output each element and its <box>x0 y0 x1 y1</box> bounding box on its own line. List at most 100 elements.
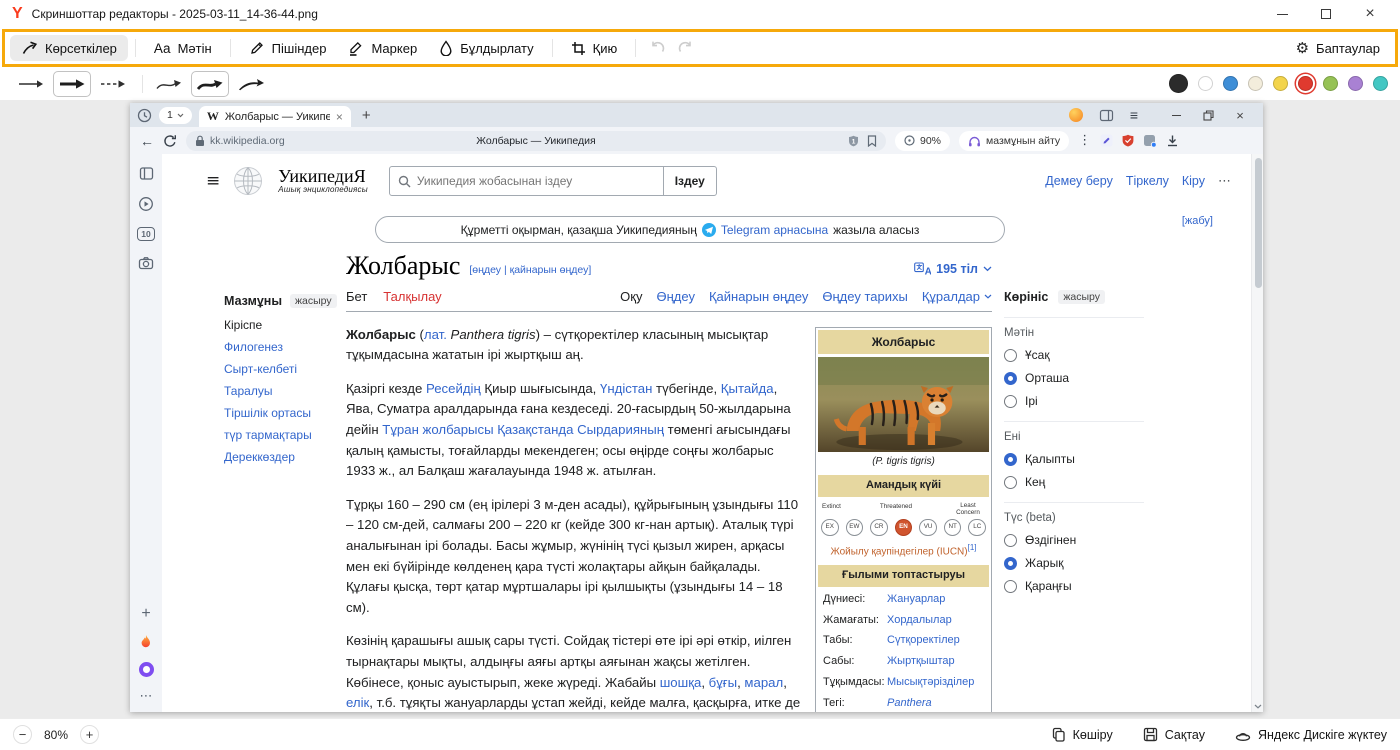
tool-crop[interactable]: Қию <box>560 35 629 61</box>
language-selector[interactable]: A 195 тіл <box>914 262 992 276</box>
iucn-status-link[interactable]: Жойылу қаупіндегілер (IUCN)[1] <box>818 538 989 563</box>
profile-avatar[interactable] <box>1069 108 1083 122</box>
sidebar-panels-icon[interactable] <box>139 166 154 181</box>
refresh-button[interactable] <box>163 134 177 148</box>
browser-tab[interactable]: W Жолбарыс — Уикипед... × <box>199 106 351 127</box>
banner-close-link[interactable]: [жабу] <box>1182 215 1213 227</box>
sidebar-flame-icon[interactable] <box>138 634 154 650</box>
zoom-in-button[interactable]: + <box>80 725 99 744</box>
wiki-link-login[interactable]: Кіру <box>1182 174 1205 188</box>
sidebar-more-icon[interactable]: ⋯ <box>140 689 153 704</box>
tab-page[interactable]: Бет <box>346 289 367 304</box>
scrollbar-thumb[interactable] <box>1255 158 1262 288</box>
read-aloud-button[interactable]: мазмұнын айту <box>959 131 1069 151</box>
tool-marker[interactable]: Маркер <box>337 35 428 61</box>
minimize-button[interactable] <box>1260 1 1304 27</box>
toc-item-subspecies[interactable]: түр тармақтары <box>224 428 346 442</box>
content-scrollbar[interactable] <box>1251 154 1263 712</box>
tab-read[interactable]: Оқу <box>620 289 642 304</box>
arrow-style-straight-bold[interactable] <box>53 71 91 97</box>
panels-icon[interactable] <box>1099 108 1114 123</box>
wiki-header-more-icon[interactable]: ⋯ <box>1218 174 1231 189</box>
scroll-down-icon[interactable] <box>1252 704 1263 709</box>
editor-canvas[interactable]: 1 W Жолбарыс — Уикипед... × + ≡ <box>0 100 1400 718</box>
toc-item-habitat[interactable]: Тіршілік ортасы <box>224 406 346 420</box>
arrow-style-dashed[interactable] <box>94 71 132 97</box>
color-swatch-7[interactable] <box>1348 76 1363 91</box>
wiki-link-donate[interactable]: Демеу беру <box>1045 174 1113 188</box>
zoom-out-button[interactable]: − <box>13 725 32 744</box>
radio-text-standard[interactable]: Орташа <box>1004 371 1144 385</box>
browser-minimize-button[interactable] <box>1160 104 1192 126</box>
save-button[interactable]: Сақтау <box>1143 727 1205 742</box>
tab-history[interactable]: Өңдеу тарихы <box>822 289 907 304</box>
close-button[interactable]: × <box>1348 1 1392 27</box>
tab-edit-source[interactable]: Қайнарын өңдеу <box>709 289 808 304</box>
radio-width-standard[interactable]: Қалыпты <box>1004 452 1144 466</box>
wiki-link-register[interactable]: Тіркелу <box>1126 174 1169 188</box>
tab-discussion[interactable]: Талқылау <box>383 289 441 304</box>
color-swatch-4[interactable] <box>1273 76 1288 91</box>
toc-item-intro[interactable]: Кіріспе <box>224 318 346 332</box>
appearance-hide-button[interactable]: жасыру <box>1058 290 1105 304</box>
tool-text[interactable]: Аа Мәтін <box>143 35 223 61</box>
browser-close-button[interactable]: × <box>1224 104 1256 126</box>
toc-item-phylogenesis[interactable]: Филогенез <box>224 340 346 354</box>
browser-restore-button[interactable] <box>1192 104 1224 126</box>
sidebar-play-icon[interactable] <box>138 196 154 212</box>
tab-close-icon[interactable]: × <box>336 110 343 124</box>
copy-button[interactable]: Көшіру <box>1051 727 1113 742</box>
radio-width-wide[interactable]: Кең <box>1004 475 1144 489</box>
sidebar-tab-count[interactable]: 10 <box>137 227 155 241</box>
settings-button[interactable]: ⚙ Баптаулар <box>1286 35 1390 61</box>
wiki-search-input[interactable] <box>417 174 657 188</box>
wiki-search-button[interactable]: Іздеу <box>663 167 716 195</box>
color-swatch-3[interactable] <box>1248 76 1263 91</box>
redo-button[interactable] <box>671 35 699 61</box>
sidebar-add-icon[interactable]: + <box>141 606 150 622</box>
radio-color-auto[interactable]: Өздігінен <box>1004 533 1144 547</box>
download-icon[interactable] <box>1166 134 1179 147</box>
new-tab-button[interactable]: + <box>362 107 371 124</box>
more-menu-icon[interactable]: ⋮ <box>1078 133 1091 148</box>
zoom-indicator[interactable]: 90% <box>895 131 950 151</box>
arrow-style-straight-thin[interactable] <box>12 71 50 97</box>
color-swatch-1[interactable] <box>1198 76 1213 91</box>
toc-item-references[interactable]: Дереккөздер <box>224 450 346 464</box>
radio-color-light[interactable]: Жарық <box>1004 556 1144 570</box>
tab-counter[interactable]: 1 <box>159 107 192 124</box>
toc-item-distribution[interactable]: Таралуы <box>224 384 346 398</box>
extension-pencil-icon[interactable] <box>1100 134 1113 147</box>
color-swatch-6[interactable] <box>1323 76 1338 91</box>
tab-history-clock-icon[interactable] <box>137 108 152 123</box>
undo-button[interactable] <box>643 35 671 61</box>
color-swatch-8[interactable] <box>1373 76 1388 91</box>
radio-color-dark[interactable]: Қараңғы <box>1004 579 1144 593</box>
back-button[interactable]: ← <box>140 134 154 148</box>
tool-shapes[interactable]: Пішіндер <box>238 35 338 61</box>
address-bar[interactable]: kk.wikipedia.org Жолбарыс — Уикипедия 1 <box>186 131 886 151</box>
maximize-button[interactable] <box>1304 1 1348 27</box>
arrow-style-curve-bold[interactable] <box>191 71 229 97</box>
extension-adblock-icon[interactable] <box>1122 134 1134 147</box>
browser-menu-icon[interactable]: ≡ <box>1130 107 1138 123</box>
color-swatch-5[interactable] <box>1298 76 1313 91</box>
toc-item-appearance[interactable]: Сырт-келбеті <box>224 362 346 376</box>
arrow-style-swoosh[interactable] <box>232 71 270 97</box>
radio-text-large[interactable]: Ірі <box>1004 394 1144 408</box>
color-swatch-2[interactable] <box>1223 76 1238 91</box>
banner-telegram-link[interactable]: Telegram арнасына <box>721 223 828 237</box>
extension-badge-icon[interactable] <box>1143 134 1157 148</box>
tab-tools[interactable]: Құралдар <box>922 289 992 304</box>
arrow-style-curve-thin[interactable] <box>150 71 188 97</box>
sidebar-alice-icon[interactable] <box>139 662 154 677</box>
tool-arrows[interactable]: Көрсеткілер <box>10 35 128 61</box>
tiger-image[interactable] <box>818 357 989 452</box>
toc-hide-button[interactable]: жасыру <box>290 294 337 308</box>
bookmark-icon[interactable] <box>867 135 877 147</box>
color-swatch-0[interactable] <box>1169 74 1188 93</box>
wikipedia-logo[interactable] <box>233 166 263 196</box>
radio-text-small[interactable]: Ұсақ <box>1004 348 1144 362</box>
tab-edit[interactable]: Өңдеу <box>656 289 694 304</box>
article-edit-links[interactable]: [өңдеу | қайнарын өңдеу] <box>469 264 591 276</box>
